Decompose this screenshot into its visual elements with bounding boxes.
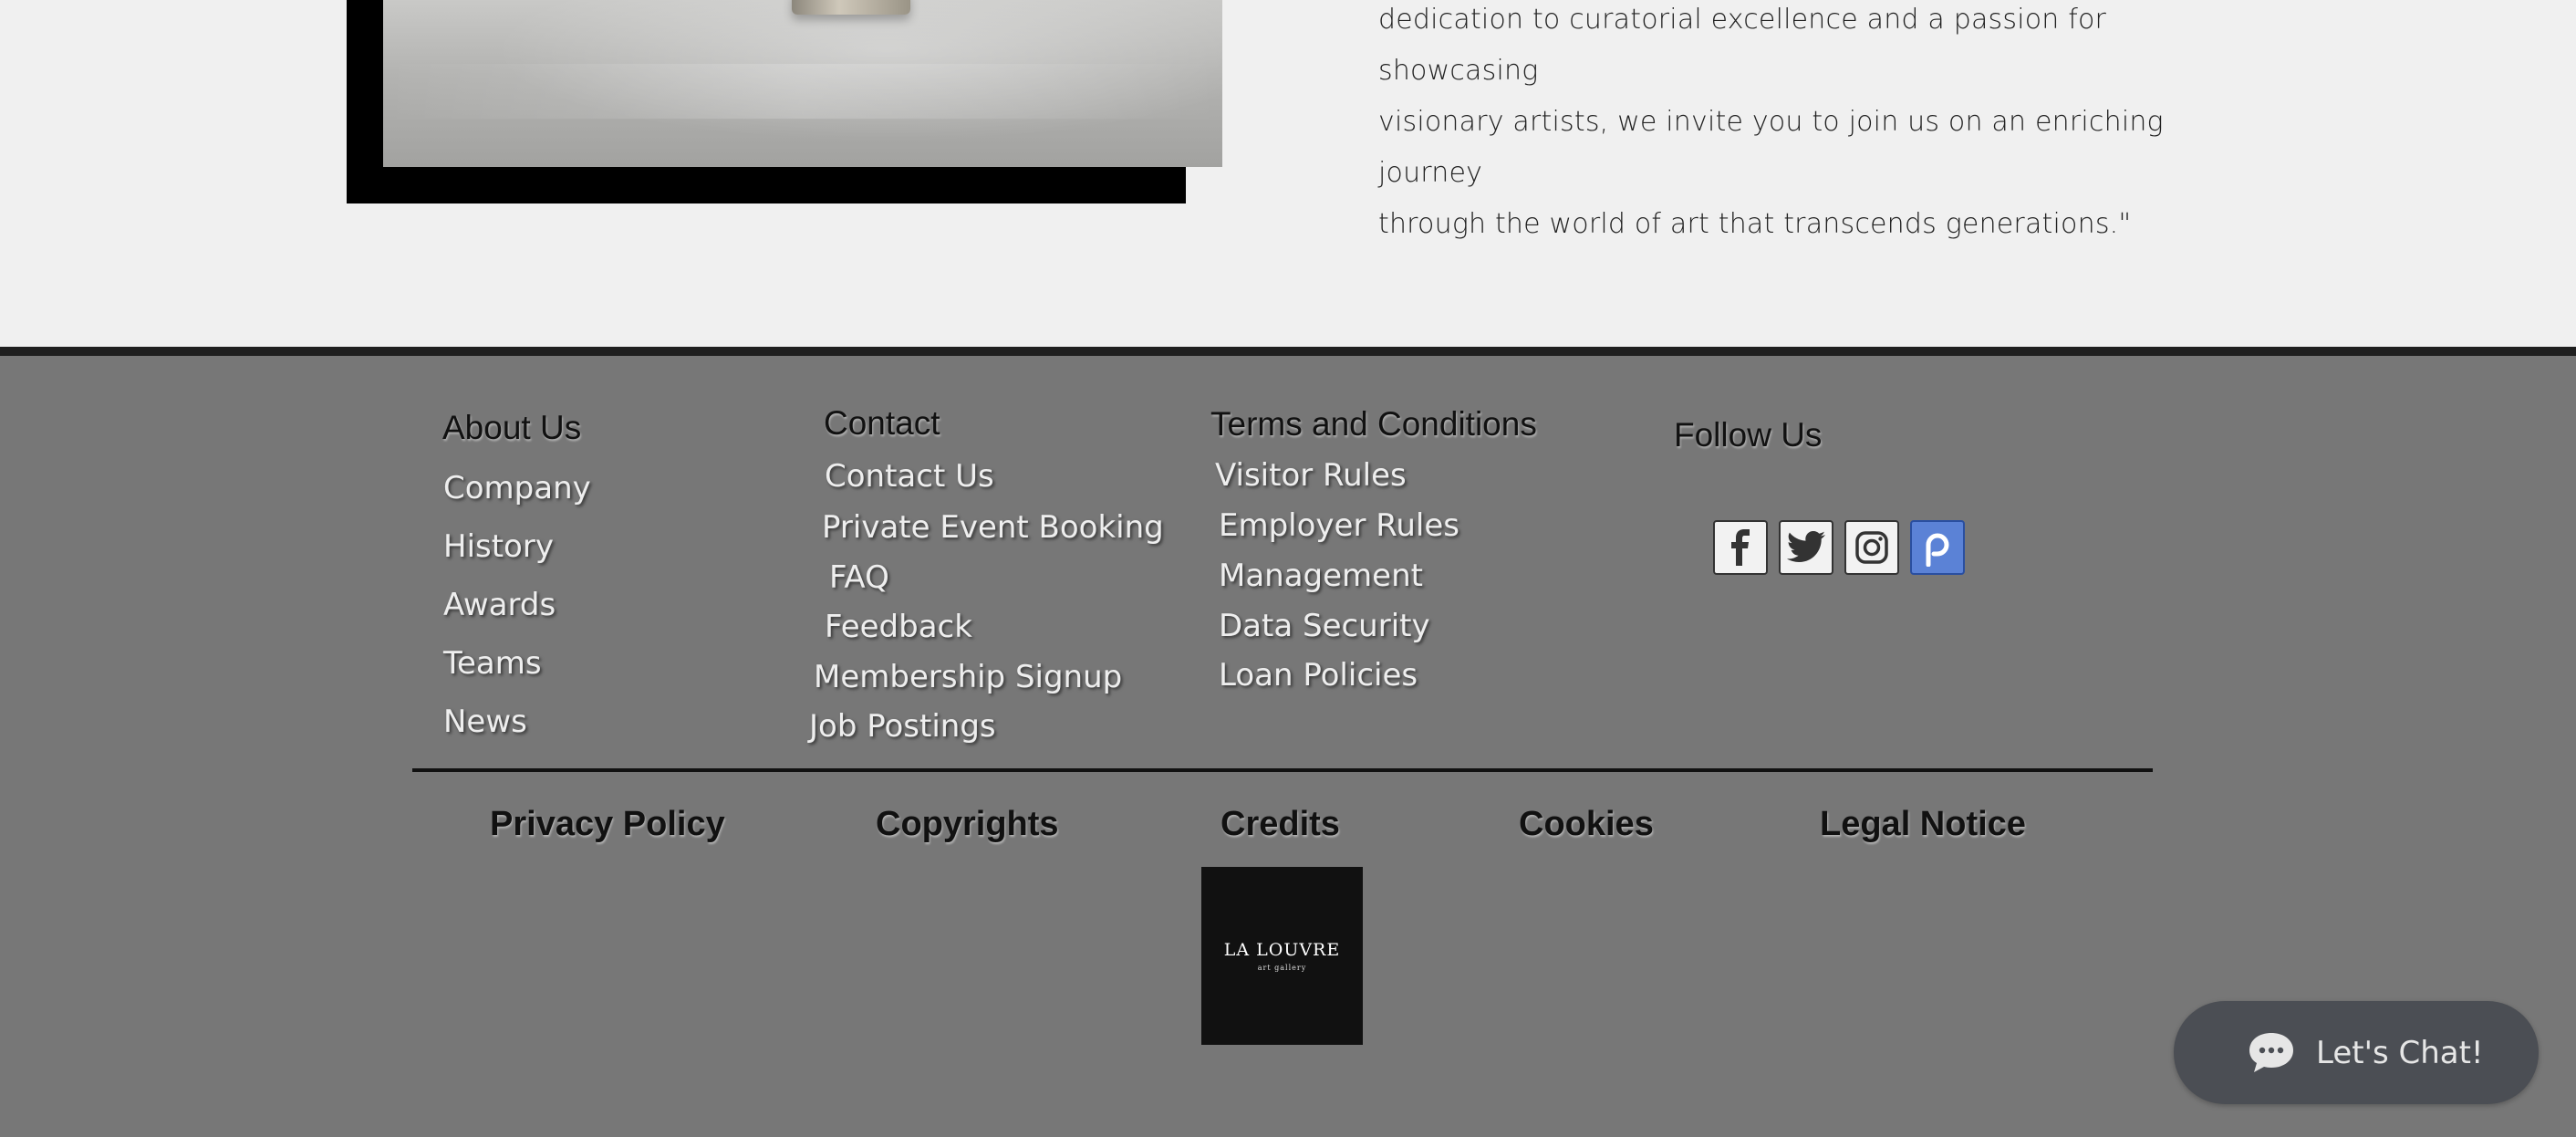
privacy-policy-link[interactable]: Privacy Policy (490, 805, 725, 844)
follow-heading: Follow Us (1674, 416, 1823, 454)
contact-link-contact-us[interactable]: Contact Us (825, 458, 994, 495)
logo-title: LA LOUVRE (1223, 940, 1341, 960)
patreon-icon[interactable] (1910, 520, 1965, 575)
legal-notice-link[interactable]: Legal Notice (1820, 805, 2026, 844)
contact-link-job-postings[interactable]: Job Postings (809, 708, 996, 745)
about-link-company[interactable]: Company (443, 470, 591, 506)
intro-quote: dedication to curatorial excellence and … (1378, 4, 2164, 240)
instagram-icon[interactable] (1844, 520, 1899, 575)
terms-link-visitor-rules[interactable]: Visitor Rules (1215, 457, 1407, 494)
chat-label: Let's Chat! (2316, 1034, 2484, 1071)
photo-sculpture (792, 0, 910, 15)
twitter-icon[interactable] (1779, 520, 1833, 575)
contact-link-membership-signup[interactable]: Membership Signup (814, 659, 1122, 695)
contact-heading: Contact (824, 404, 940, 442)
contact-link-feedback[interactable]: Feedback (825, 609, 972, 645)
about-link-news[interactable]: News (443, 704, 527, 740)
about-link-awards[interactable]: Awards (443, 587, 556, 623)
copyrights-link[interactable]: Copyrights (876, 805, 1059, 844)
about-link-history[interactable]: History (443, 528, 554, 565)
footer-divider (412, 768, 2153, 772)
contact-link-private-event-booking[interactable]: Private Event Booking (822, 509, 1164, 546)
gallery-photo (383, 0, 1222, 167)
terms-link-management[interactable]: Management (1219, 558, 1423, 594)
terms-link-employer-rules[interactable]: Employer Rules (1219, 507, 1459, 544)
cookies-link[interactable]: Cookies (1519, 805, 1654, 844)
about-heading: About Us (442, 409, 582, 446)
photo-floor-sheen (383, 64, 1222, 119)
chat-button[interactable]: Let's Chat! (2174, 1001, 2539, 1104)
terms-link-loan-policies[interactable]: Loan Policies (1219, 657, 1418, 694)
about-link-teams[interactable]: Teams (443, 645, 542, 682)
facebook-icon[interactable] (1713, 520, 1768, 575)
terms-link-data-security[interactable]: Data Security (1219, 608, 1430, 644)
gallery-logo[interactable]: LA LOUVRE art gallery (1201, 867, 1363, 1045)
credits-link[interactable]: Credits (1220, 805, 1340, 844)
terms-heading: Terms and Conditions (1210, 405, 1537, 443)
contact-link-faq[interactable]: FAQ (829, 559, 889, 596)
logo-subtitle: art gallery (1257, 964, 1307, 972)
chat-bubble-icon (2249, 1032, 2293, 1072)
